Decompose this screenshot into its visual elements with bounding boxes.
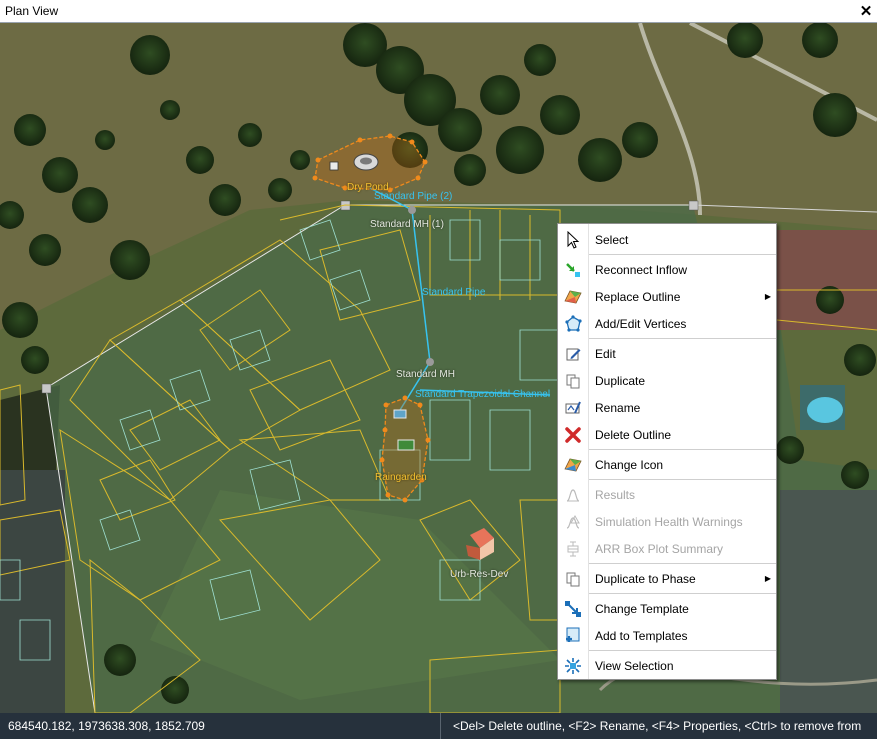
- menu-item-label: Rename: [595, 400, 641, 415]
- menu-item-results: Results: [558, 481, 776, 508]
- menu-item-label: Replace Outline: [595, 289, 681, 304]
- box-plot-icon: [558, 541, 588, 557]
- raingarden-label[interactable]: Raingarden: [375, 472, 427, 483]
- results-chart-icon: [558, 487, 588, 503]
- status-hint: <Del> Delete outline, <F2> Rename, <F4> …: [453, 719, 862, 733]
- menu-item-add-edit-vertices[interactable]: Add/Edit Vertices: [558, 310, 776, 337]
- menu-item-label: View Selection: [595, 658, 674, 673]
- menu-item-duplicate[interactable]: Duplicate: [558, 367, 776, 394]
- menu-item-label: Add/Edit Vertices: [595, 316, 687, 331]
- menu-item-delete-outline[interactable]: Delete Outline: [558, 421, 776, 448]
- health-warning-icon: [558, 514, 588, 530]
- standard-pipe-label[interactable]: Standard Pipe: [422, 287, 485, 298]
- reconnect-icon: [558, 262, 588, 278]
- window-title: Plan View: [5, 4, 59, 18]
- coordinates-readout: 684540.182, 1973638.308, 1852.709: [0, 713, 441, 739]
- menu-item-label: Duplicate to Phase: [595, 571, 696, 586]
- menu-item-label: Change Icon: [595, 457, 664, 472]
- menu-item-label: Change Template: [595, 601, 689, 616]
- menu-item-label: Select: [595, 232, 629, 247]
- window-titlebar: Plan View ✕: [0, 0, 877, 23]
- trapezoidal-channel-label[interactable]: Standard Trapezoidal Channel: [415, 389, 550, 400]
- close-icon[interactable]: ✕: [855, 0, 877, 22]
- menu-item-replace-outline[interactable]: Replace Outline ▶: [558, 283, 776, 310]
- view-selection-icon: [558, 657, 588, 675]
- menu-item-reconnect-inflow[interactable]: Reconnect Inflow: [558, 256, 776, 283]
- menu-item-duplicate-to-phase[interactable]: Duplicate to Phase ▶: [558, 565, 776, 592]
- menu-item-label: Simulation Health Warnings: [595, 514, 743, 529]
- standard-mh-label[interactable]: Standard MH: [396, 369, 455, 380]
- duplicate-phase-icon: [558, 571, 588, 587]
- menu-item-label: Results: [595, 487, 636, 502]
- menu-item-view-selection[interactable]: View Selection: [558, 652, 776, 679]
- menu-item-add-to-templates[interactable]: Add to Templates: [558, 622, 776, 649]
- context-menu: Select Reconnect Inflow Replace Outline …: [557, 223, 777, 680]
- delete-x-icon: [558, 426, 588, 444]
- duplicate-icon: [558, 373, 588, 389]
- menu-item-change-template[interactable]: Change Template: [558, 595, 776, 622]
- menu-item-label: Reconnect Inflow: [595, 262, 688, 277]
- menu-separator: [589, 593, 776, 594]
- menu-item-label: Edit: [595, 346, 616, 361]
- menu-item-label: ARR Box Plot Summary: [595, 541, 724, 556]
- menu-item-arr-box-plot-summary: ARR Box Plot Summary: [558, 535, 776, 562]
- change-template-icon: [558, 600, 588, 618]
- menu-separator: [589, 254, 776, 255]
- submenu-arrow-icon: ▶: [764, 574, 772, 583]
- urb-res-dev-label[interactable]: Urb-Res-Dev: [450, 569, 508, 580]
- outline-map-icon: [558, 289, 588, 305]
- menu-separator: [589, 449, 776, 450]
- status-bar: 684540.182, 1973638.308, 1852.709 <Del> …: [0, 713, 877, 739]
- change-icon-icon: [558, 457, 588, 473]
- menu-item-simulation-health-warnings: Simulation Health Warnings: [558, 508, 776, 535]
- submenu-arrow-icon: ▶: [764, 292, 772, 301]
- menu-separator: [589, 338, 776, 339]
- menu-item-select[interactable]: Select: [558, 226, 776, 253]
- menu-separator: [589, 650, 776, 651]
- rename-icon: [558, 400, 588, 416]
- menu-separator: [589, 479, 776, 480]
- menu-separator: [589, 563, 776, 564]
- vertices-icon: [558, 314, 588, 333]
- menu-item-label: Delete Outline: [595, 427, 672, 442]
- menu-item-rename[interactable]: Rename: [558, 394, 776, 421]
- menu-item-change-icon[interactable]: Change Icon: [558, 451, 776, 478]
- standard-pipe-2-label[interactable]: Standard Pipe (2): [374, 191, 452, 202]
- menu-item-label: Duplicate: [595, 373, 646, 388]
- add-template-icon: [558, 627, 588, 645]
- edit-icon: [558, 346, 588, 362]
- standard-mh-1-label[interactable]: Standard MH (1): [370, 219, 444, 230]
- cursor-arrow-icon: [558, 230, 588, 249]
- menu-item-edit[interactable]: Edit: [558, 340, 776, 367]
- menu-item-label: Add to Templates: [595, 628, 688, 643]
- plan-view-window: Plan View ✕ Dry Pond Standard Pipe (2) S…: [0, 0, 877, 739]
